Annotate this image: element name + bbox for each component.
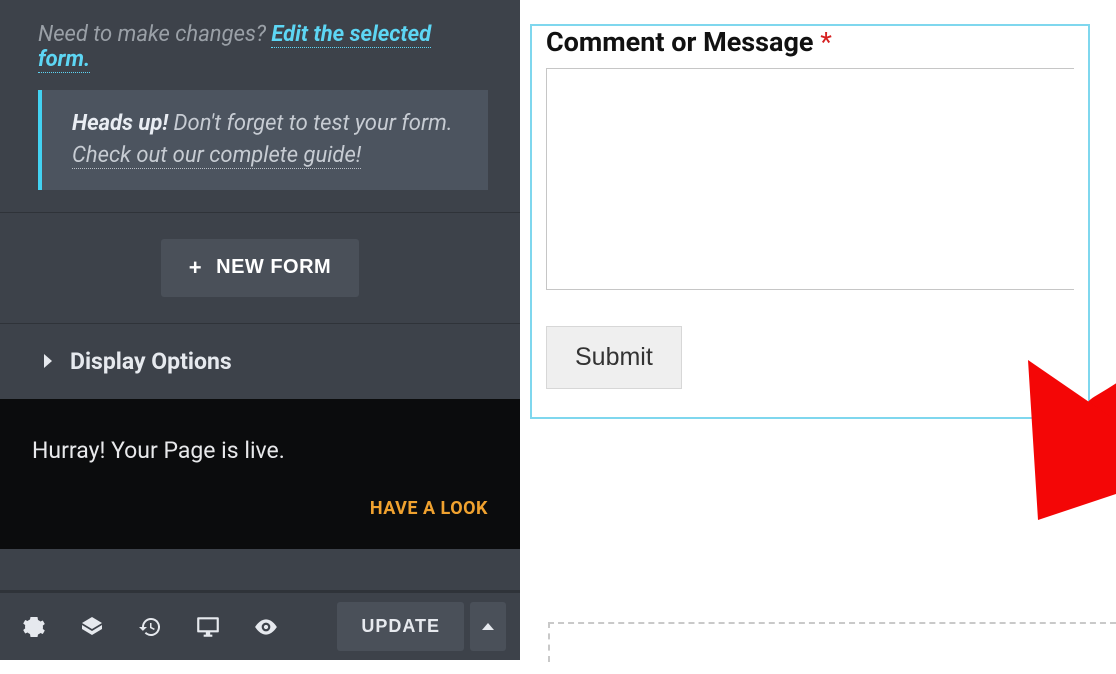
heads-up-label: Heads up! xyxy=(72,111,168,136)
caret-up-icon xyxy=(482,623,494,630)
new-form-label: NEW FORM xyxy=(216,256,331,279)
eye-icon[interactable] xyxy=(252,613,280,641)
submit-button[interactable]: Submit xyxy=(546,326,682,389)
form-widget[interactable]: Comment or Message * Submit xyxy=(530,24,1090,419)
page-canvas: Comment or Message * Submit xyxy=(520,0,1116,674)
drop-zone[interactable] xyxy=(548,622,1116,662)
complete-guide-link[interactable]: Check out our complete guide! xyxy=(72,143,361,169)
live-notice-text: Hurray! Your Page is live. xyxy=(32,437,488,464)
heads-up-body: Don't forget to test your form. xyxy=(174,111,453,136)
page-live-notice: Hurray! Your Page is live. HAVE A LOOK xyxy=(0,399,520,549)
message-textarea[interactable] xyxy=(546,68,1074,290)
prompt-section: Need to make changes? Edit the selected … xyxy=(0,0,520,90)
field-label-text: Comment or Message xyxy=(546,26,820,58)
bottom-toolbar: UPDATE xyxy=(0,590,520,660)
update-button[interactable]: UPDATE xyxy=(337,602,464,651)
layers-icon[interactable] xyxy=(78,613,106,641)
new-form-section: + NEW FORM xyxy=(0,212,520,323)
heads-up-box: Heads up! Don't forget to test your form… xyxy=(38,90,488,190)
caret-right-icon xyxy=(44,354,52,368)
plus-icon: + xyxy=(189,255,202,281)
display-options-toggle[interactable]: Display Options xyxy=(0,323,520,399)
history-icon[interactable] xyxy=(136,613,164,641)
prompt-text: Need to make changes? xyxy=(38,22,271,47)
gear-icon[interactable] xyxy=(20,613,48,641)
update-group: UPDATE xyxy=(337,602,506,651)
editor-sidebar: Need to make changes? Edit the selected … xyxy=(0,0,520,660)
new-form-button[interactable]: + NEW FORM xyxy=(161,239,359,297)
display-options-label: Display Options xyxy=(70,348,232,375)
field-label: Comment or Message * xyxy=(546,26,1074,58)
have-a-look-link[interactable]: HAVE A LOOK xyxy=(32,498,488,519)
update-options-button[interactable] xyxy=(470,602,506,651)
required-star: * xyxy=(820,26,832,58)
monitor-icon[interactable] xyxy=(194,613,222,641)
